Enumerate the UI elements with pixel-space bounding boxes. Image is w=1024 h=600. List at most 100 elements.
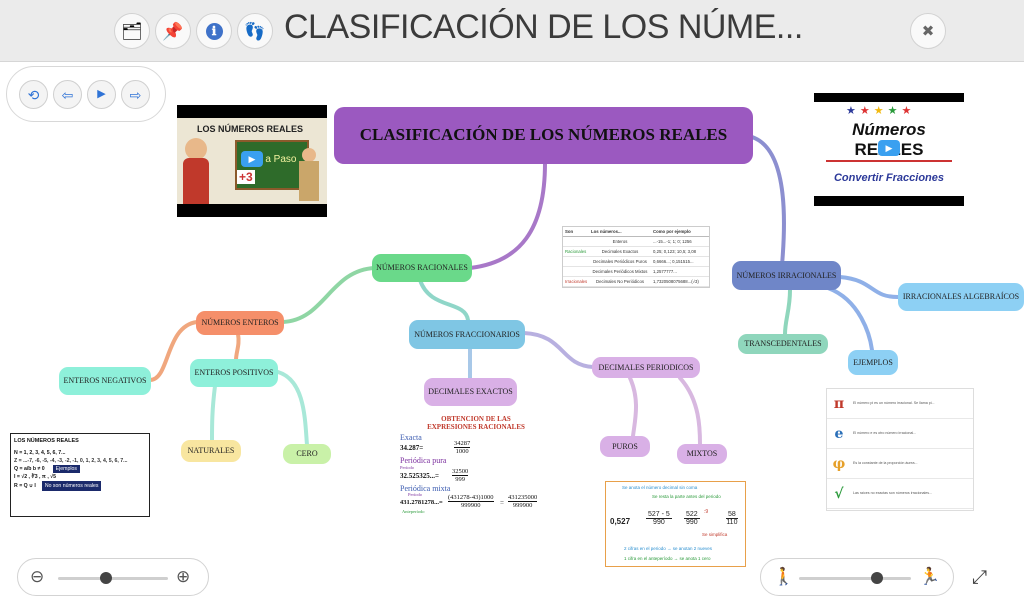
irrational-row: e El número e es otro número irracional..… xyxy=(827,419,973,449)
frac-den: 990 xyxy=(653,519,665,526)
irrational-text: Es la constante de la proporción áurea..… xyxy=(853,460,918,465)
node-central[interactable]: CLASIFICACIÓN DE LOS NÚMEROS REALES xyxy=(334,107,753,164)
node-irracionales-algebraicos[interactable]: IRRACIONALES ALGEBRAÍCOS xyxy=(898,283,1024,311)
footprint-icon: 👣 xyxy=(244,21,266,41)
node-enteros-positivos[interactable]: ENTEROS POSITIVOS xyxy=(190,359,278,387)
node-mixtos-label: MIXTOS xyxy=(686,449,718,459)
decimal-div: :9 xyxy=(704,509,709,515)
play-button[interactable]: ▶ xyxy=(87,80,116,109)
frac-den: 990 xyxy=(686,519,698,526)
edge-racionales-fraccionarios xyxy=(418,278,470,322)
frac-num: (431278-43)1000 xyxy=(448,494,494,502)
sets-irracionales: I = √2 , ∛3 , π , √5 xyxy=(14,473,56,480)
presentation-controls: ⟲ ⇦ ▶ ⇨ xyxy=(6,66,166,122)
node-mixtos[interactable]: MIXTOS xyxy=(677,444,727,464)
title-bar: 🗂 📌 ℹ 👣 CLASIFICACIÓN DE LOS NÚME... ✖ xyxy=(0,0,1024,62)
node-cero[interactable]: CERO xyxy=(283,444,331,464)
folder-icon: 🗂 xyxy=(121,21,143,41)
decimal-note2: 1 cifra en el anteperíodo → se anota 1 c… xyxy=(624,556,711,561)
student-body xyxy=(299,161,319,201)
edge-enteros-positivos xyxy=(234,332,241,362)
obtencion-periodo2: Período xyxy=(408,492,422,497)
frac-den: 999900 xyxy=(512,502,533,509)
frac-num: 34287 xyxy=(454,440,471,448)
node-central-label: CLASIFICACIÓN DE LOS NÚMEROS REALES xyxy=(359,125,728,145)
decimal-line2: Se resta la parte antes del periodo xyxy=(652,494,721,499)
edge-periodicos-puros xyxy=(628,376,638,438)
node-naturales[interactable]: NATURALES xyxy=(181,440,241,462)
student-head xyxy=(302,148,316,162)
node-enteros-label: NÚMEROS ENTEROS xyxy=(201,318,279,328)
decimal-simplifica: Se simplifica xyxy=(702,532,728,537)
edge-positivos-naturales xyxy=(210,384,217,442)
node-racionales[interactable]: NÚMEROS RACIONALES xyxy=(372,254,472,282)
zoom-in-icon[interactable]: ⊕ xyxy=(176,568,190,585)
teacher-body xyxy=(183,158,209,204)
play-overlay-symbol-right: ▶ xyxy=(885,142,893,153)
edge-irr-algebraic xyxy=(838,275,902,300)
node-decimales-exactos[interactable]: DECIMALES EXACTOS xyxy=(424,378,517,406)
run-icon[interactable]: 🏃 xyxy=(919,568,940,585)
node-fraccionarios[interactable]: NÚMEROS FRACCIONARIOS xyxy=(409,320,525,349)
node-enteros-negativos[interactable]: ENTEROS NEGATIVOS xyxy=(59,367,151,395)
edge-central-racionales xyxy=(468,161,547,270)
close-icon: ✖ xyxy=(921,22,935,40)
table-header-cell: Los números... xyxy=(589,227,651,237)
frac-num: 431235000 xyxy=(508,494,538,502)
folder-button[interactable]: 🗂 xyxy=(114,13,150,49)
previous-button[interactable]: ⇦ xyxy=(53,80,82,109)
edge-racionales-enteros xyxy=(281,266,377,324)
irrational-rows: π El número pi es un número irracional. S… xyxy=(827,389,973,509)
irrational-text: Las raíces no exactas son números irraci… xyxy=(853,490,933,495)
speed-slider-track[interactable] xyxy=(799,577,911,580)
frac-num: 58 xyxy=(726,511,738,519)
obtencion-mixta-eq: 431.278127​8...= xyxy=(400,499,443,506)
node-transcendentales[interactable]: TRANSCEDENTALES xyxy=(738,334,828,354)
node-ejemplos[interactable]: EJEMPLOS xyxy=(848,350,898,375)
table-header: Son Los números... Como por ejemplo xyxy=(563,227,709,237)
zoom-out-icon[interactable]: ⊖ xyxy=(30,568,44,585)
close-button[interactable]: ✖ xyxy=(910,13,946,49)
table-cell: Decimales No Periódicos xyxy=(595,279,644,284)
table-row: Decimales Periódicos Puros 0,6666...; 0,1… xyxy=(563,257,709,267)
fullscreen-icon[interactable]: ⤢ xyxy=(972,568,987,587)
edge-positivos-cero xyxy=(276,370,309,447)
pin-button[interactable]: 📌 xyxy=(155,13,191,49)
video-thumbnail-right[interactable]: ★★★★★ Números REALES Convertir Fraccione… xyxy=(814,93,964,206)
node-algebraic-label: IRRACIONALES ALGEBRAÍCOS xyxy=(902,292,1020,302)
walk-icon[interactable]: 🚶 xyxy=(773,568,794,585)
play-overlay-icon-right: ▶ xyxy=(878,140,900,156)
next-button[interactable]: ⇨ xyxy=(121,80,150,109)
info-button[interactable]: ℹ xyxy=(196,13,232,49)
node-decimales-periodicos[interactable]: DECIMALES PERIODICOS xyxy=(592,357,700,378)
zoom-slider-knob[interactable] xyxy=(100,572,113,584)
table-cell xyxy=(563,267,589,276)
node-irracionales[interactable]: NÚMEROS IRRACIONALES xyxy=(732,261,841,290)
frac-num: 527 - 5 xyxy=(646,511,672,519)
edge-central-irracionales xyxy=(750,135,787,267)
info-icon: ℹ xyxy=(205,22,223,40)
refresh-button[interactable]: ⟲ xyxy=(19,80,48,109)
speed-slider-knob[interactable] xyxy=(871,572,884,584)
math-sticker: +3 xyxy=(237,170,255,184)
frac-pura: 32500 999 xyxy=(452,468,469,483)
video-right-line1: Números xyxy=(852,120,926,139)
irrational-symbol: e xyxy=(834,425,844,442)
table-cell: Racionales xyxy=(565,249,587,254)
video-thumbnail-left[interactable]: LOS NÚMEROS REALES o a Paso +3 ▶ xyxy=(177,105,327,217)
table-body: Enteros ...-15...-1; 1; 0; 1256 Racionales… xyxy=(563,237,709,287)
node-enteros[interactable]: NÚMEROS ENTEROS xyxy=(196,311,284,335)
footprint-button[interactable]: 👣 xyxy=(237,13,273,49)
node-transcend-label: TRANSCEDENTALES xyxy=(744,339,822,349)
decimal-frac1: 527 - 5 990 xyxy=(646,511,672,526)
video-frame-right: ★★★★★ Números REALES Convertir Fraccione… xyxy=(814,102,964,196)
sets-reales: R = Q ∪ I xyxy=(14,482,36,489)
zoom-control: ⊖ ⊕ xyxy=(17,558,209,596)
node-puros[interactable]: PUROS xyxy=(600,436,650,457)
frac-mixta: (431278-43)1000 999900 xyxy=(448,494,494,509)
node-racionales-label: NÚMEROS RACIONALES xyxy=(376,263,468,273)
video-left-title: LOS NÚMEROS REALES xyxy=(197,124,304,134)
decimal-frac3: 58 110 xyxy=(726,511,738,526)
zoom-slider-track[interactable] xyxy=(58,577,168,580)
sets-naturales: N = 1, 2, 3, 4, 5, 6, 7... xyxy=(14,449,66,456)
